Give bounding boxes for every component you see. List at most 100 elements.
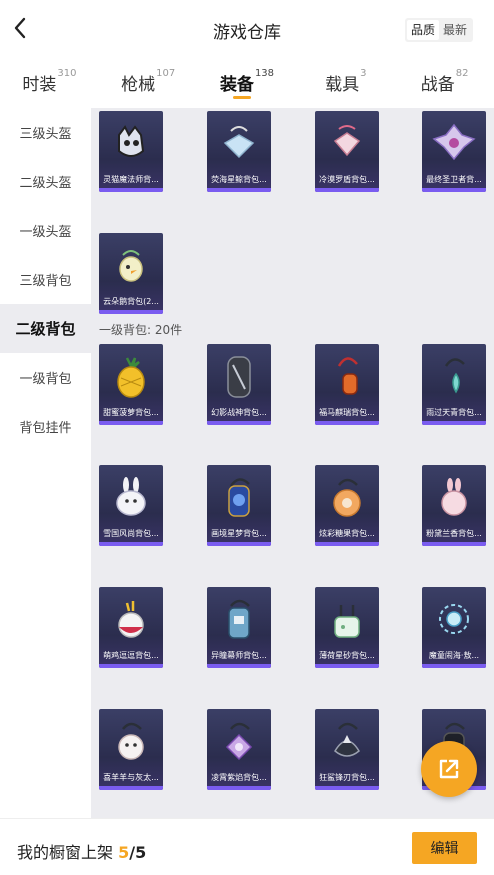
item-card[interactable]: 画境星梦背包...: [207, 465, 271, 546]
item-card[interactable]: 薄荷星砂背包...: [315, 587, 379, 668]
header: 游戏仓库 品质 最新: [0, 0, 494, 58]
item-name: 粉黛兰香背包...: [426, 529, 482, 538]
item-name: 云朵鹅背包(2...: [103, 297, 159, 306]
item-name: 雨过天青背包...: [426, 408, 482, 417]
item-card[interactable]: 幻影战神背包...: [207, 344, 271, 425]
item-card[interactable]: 狂鲨锋刃背包...: [315, 709, 379, 790]
horse-backpack-icon: [315, 344, 379, 408]
rarity-bar: [315, 188, 379, 192]
item-card[interactable]: 福马麒瑞背包...: [315, 344, 379, 425]
star-dream-backpack-icon: [207, 465, 271, 529]
section-label: 一级背包: 20件: [99, 323, 183, 337]
purple-flame-backpack-icon: [207, 709, 271, 773]
sort-option-quality[interactable]: 品质: [407, 20, 440, 40]
item-card[interactable]: 凌霄紫焰背包...: [207, 709, 271, 790]
sidebar-item-level3-backpack[interactable]: 三级背包: [0, 255, 91, 304]
rarity-bar: [315, 421, 379, 425]
item-name: 荧海星鲸背包...: [211, 175, 267, 184]
rarity-bar: [99, 786, 163, 790]
pink-bunny-backpack-icon: [422, 465, 486, 529]
tab-count: 82: [455, 68, 469, 79]
item-card[interactable]: 荧海星鲸背包...: [207, 111, 271, 192]
tab-combat-gear[interactable]: 战备 82: [395, 58, 494, 106]
phantom-backpack-icon: [207, 344, 271, 408]
share-external-icon: [439, 759, 459, 779]
rarity-bar: [207, 786, 271, 790]
tab-active-indicator: [232, 96, 251, 99]
mint-backpack-icon: [315, 587, 379, 651]
sidebar: 三级头盔 二级头盔 一级头盔 三级背包 二级背包 一级背包 背包挂件: [0, 108, 91, 818]
sort-toggle[interactable]: 品质 最新: [405, 18, 474, 42]
rarity-bar: [315, 664, 379, 668]
item-name: 最终圣卫者背...: [426, 175, 482, 184]
shark-backpack-icon: [315, 709, 379, 773]
share-button[interactable]: [421, 741, 477, 797]
snow-bunny-backpack-icon: [99, 465, 163, 529]
goose-backpack-icon: [99, 233, 163, 297]
item-name: 雪国风尚背包...: [103, 529, 159, 538]
item-name: 异瞳幕师背包...: [211, 651, 267, 660]
tab-vehicles[interactable]: 载具 3: [296, 58, 395, 106]
orb-backpack-icon: [422, 587, 486, 651]
item-card[interactable]: 魔童闹海·敖...: [422, 587, 486, 668]
edit-button[interactable]: 编辑: [412, 832, 477, 864]
item-name: 冷漠罗盾背包...: [319, 175, 375, 184]
item-card[interactable]: 云朵鹅背包(2...: [99, 233, 163, 314]
item-card[interactable]: 喜羊羊与灰太...: [99, 709, 163, 790]
rarity-bar: [207, 664, 271, 668]
category-tabs: 时装 310 枪械 107 装备 138 载具 3 战备 82: [0, 58, 494, 106]
sort-option-newest[interactable]: 最新: [439, 20, 471, 40]
item-card[interactable]: 异瞳幕师背包...: [207, 587, 271, 668]
showcase-label: 我的橱窗上架: [17, 843, 114, 862]
sidebar-item-level2-helmet[interactable]: 二级头盔: [0, 157, 91, 206]
rarity-bar: [99, 664, 163, 668]
item-card[interactable]: 炫彩糖果背包...: [315, 465, 379, 546]
rarity-bar: [315, 786, 379, 790]
item-name: 魔童闹海·敖...: [428, 651, 480, 660]
item-card[interactable]: 雪国风尚背包...: [99, 465, 163, 546]
tab-count: 107: [156, 68, 176, 79]
tab-label: 枪械: [121, 75, 156, 95]
item-name: 狂鲨锋刃背包...: [319, 773, 375, 782]
tab-fashion[interactable]: 时装 310: [0, 58, 99, 106]
showcase-status: 我的橱窗上架 5/5: [17, 839, 146, 863]
item-card[interactable]: 雨过天青背包...: [422, 344, 486, 425]
guardian-backpack-icon: [422, 111, 486, 175]
sidebar-item-backpack-charm[interactable]: 背包挂件: [0, 402, 91, 451]
item-name: 画境星梦背包...: [211, 529, 267, 538]
item-card[interactable]: 粉黛兰香背包...: [422, 465, 486, 546]
sidebar-item-level1-helmet[interactable]: 一级头盔: [0, 206, 91, 255]
item-grid: 灵猫魔法师背... 荧海星鲸背包... 冷漠罗盾背包... 最终圣卫者背... …: [91, 108, 494, 818]
rarity-bar: [422, 542, 486, 546]
rarity-bar: [99, 310, 163, 314]
tab-label: 载具: [325, 75, 360, 95]
sidebar-item-level2-backpack[interactable]: 二级背包: [0, 304, 91, 353]
item-card[interactable]: 冷漠罗盾背包...: [315, 111, 379, 192]
item-card[interactable]: 灵猫魔法师背...: [99, 111, 163, 192]
rarity-bar: [99, 188, 163, 192]
rain-backpack-icon: [422, 344, 486, 408]
shield-backpack-icon: [315, 111, 379, 175]
tab-label: 时装: [22, 75, 57, 95]
sidebar-item-level1-backpack[interactable]: 一级背包: [0, 353, 91, 402]
item-name: 甜蜜菠萝背包...: [103, 408, 159, 417]
tab-label: 装备: [219, 75, 254, 95]
cat-backpack-icon: [99, 111, 163, 175]
tab-count: 3: [360, 68, 367, 79]
rarity-bar: [207, 542, 271, 546]
item-card[interactable]: 萌鸡逗逗背包...: [99, 587, 163, 668]
sidebar-item-level3-helmet[interactable]: 三级头盔: [0, 108, 91, 157]
whale-backpack-icon: [207, 111, 271, 175]
item-card[interactable]: 最终圣卫者背...: [422, 111, 486, 192]
rarity-bar: [99, 542, 163, 546]
item-name: 萌鸡逗逗背包...: [103, 651, 159, 660]
bottom-bar: 我的橱窗上架 5/5 编辑: [0, 818, 494, 875]
tab-equipment[interactable]: 装备 138: [198, 58, 297, 106]
rarity-bar: [422, 188, 486, 192]
tab-weapons[interactable]: 枪械 107: [99, 58, 198, 106]
item-name: 薄荷星砂背包...: [319, 651, 375, 660]
item-card[interactable]: 甜蜜菠萝背包...: [99, 344, 163, 425]
item-name: 幻影战神背包...: [211, 408, 267, 417]
pineapple-backpack-icon: [99, 344, 163, 408]
item-name: 福马麒瑞背包...: [319, 408, 375, 417]
